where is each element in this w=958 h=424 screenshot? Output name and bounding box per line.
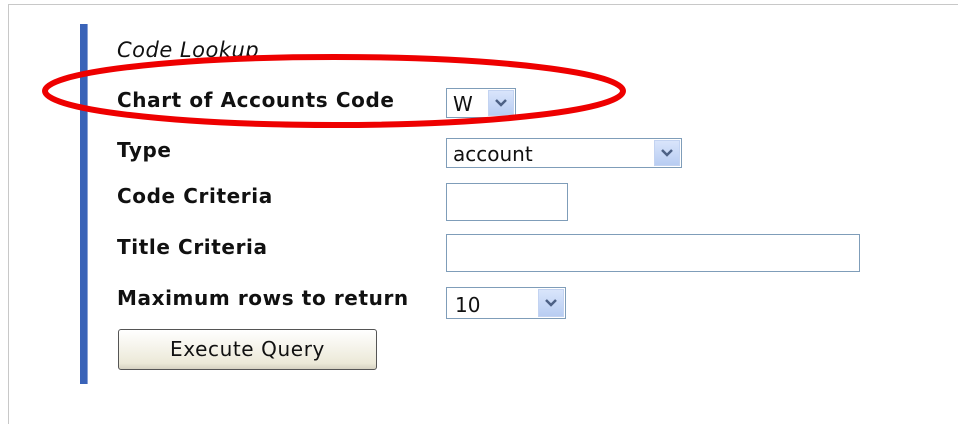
max-rows-label: Maximum rows to return <box>117 286 409 310</box>
chevron-down-icon[interactable] <box>538 289 564 317</box>
max-rows-value: 10 <box>455 293 481 317</box>
title-criteria-label: Title Criteria <box>117 235 268 259</box>
form-title: Code Lookup <box>117 38 260 62</box>
max-rows-select[interactable]: 10 <box>446 287 566 319</box>
code-criteria-label: Code Criteria <box>117 184 273 208</box>
type-label: Type <box>117 138 172 162</box>
chart-of-accounts-select[interactable]: W <box>446 88 516 118</box>
title-criteria-input[interactable] <box>446 234 860 272</box>
chart-of-accounts-value: W <box>453 92 473 116</box>
execute-query-button[interactable]: Execute Query <box>118 329 377 370</box>
accent-bar <box>80 24 88 384</box>
chevron-down-icon[interactable] <box>488 90 514 116</box>
chart-of-accounts-label: Chart of Accounts Code <box>117 88 395 112</box>
code-criteria-input[interactable] <box>446 183 568 221</box>
type-select[interactable]: account <box>446 138 682 168</box>
type-value: account <box>453 142 533 166</box>
chevron-down-icon[interactable] <box>654 140 680 166</box>
